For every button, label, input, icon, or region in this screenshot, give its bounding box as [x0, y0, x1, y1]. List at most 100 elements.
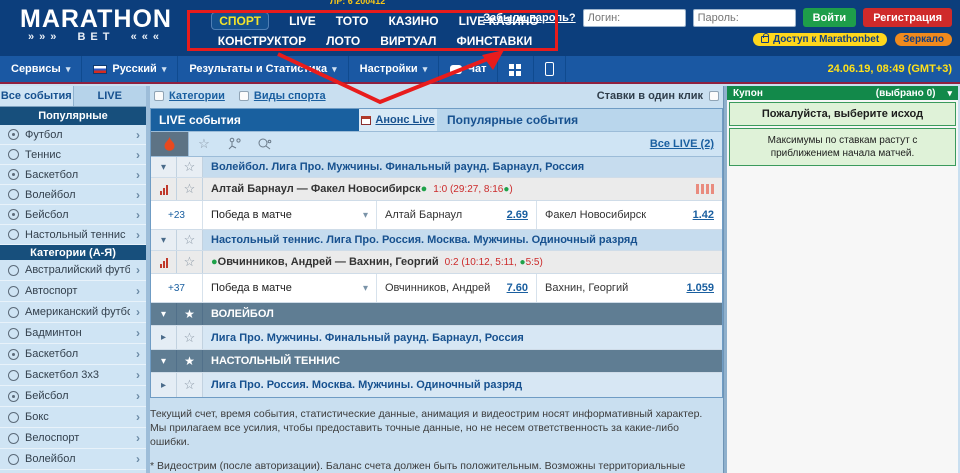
sport-section-row[interactable]: ▾ ★ ВОЛЕЙБОЛ: [151, 303, 722, 326]
sidebar-tab-all-events[interactable]: Все события: [0, 86, 73, 106]
live-stream-icon[interactable]: [696, 178, 722, 200]
market-select[interactable]: Победа в матче▾: [203, 201, 377, 229]
league-title[interactable]: Волейбол. Лига Про. Мужчины. Финальный р…: [203, 157, 722, 177]
chevron-right-icon: ▸: [161, 380, 166, 391]
tab-popular-events[interactable]: Популярные события: [437, 109, 722, 131]
mobile-button[interactable]: [534, 56, 566, 82]
marathonbet-logo[interactable]: MARATHON »»» BET «««: [20, 7, 172, 43]
settings-menu[interactable]: Настройки▾: [349, 56, 440, 82]
chevron-down-icon: ▾: [161, 356, 166, 367]
sports-checkbox[interactable]: Виды спорта: [239, 90, 326, 102]
sport-section-row[interactable]: ▾ ★ НАСТОЛЬНЫЙ ТЕННИС: [151, 350, 722, 373]
language-menu[interactable]: Русский▾: [82, 56, 178, 82]
match-name[interactable]: ●Овчинников, Андрей — Вахнин, Георгий: [211, 256, 439, 268]
stats-button[interactable]: [151, 178, 177, 200]
favorite-toggle[interactable]: ☆: [177, 251, 203, 273]
odds-away[interactable]: Вахнин, Георгий1.059: [537, 274, 722, 302]
checkbox-icon[interactable]: [709, 91, 719, 101]
odds-home[interactable]: Алтай Барнаул2.69: [377, 201, 537, 229]
odds-row: +23 Победа в матче▾ Алтай Барнаул2.69 Фа…: [151, 201, 722, 230]
sidebar-item-volleyball[interactable]: Волейбол›: [0, 185, 146, 205]
access-badge[interactable]: Доступ к Marathonbet: [753, 33, 887, 46]
nav-live[interactable]: LIVE: [289, 14, 316, 28]
sidebar-item-basketball[interactable]: Баскетбол›: [0, 165, 146, 185]
odds-home[interactable]: Овчинников, Андрей7.60: [377, 274, 537, 302]
league-title[interactable]: Настольный теннис. Лига Про. Россия. Мос…: [203, 230, 722, 250]
favorite-toggle[interactable]: ☆: [177, 326, 203, 349]
all-live-link[interactable]: Все LIVE (2): [650, 138, 722, 150]
calendar-icon: [361, 116, 371, 125]
sidebar-tab-live[interactable]: LIVE: [73, 86, 147, 106]
layout-grid-button[interactable]: [498, 56, 534, 82]
chevron-down-icon: ▾: [66, 64, 71, 75]
chevron-down-icon[interactable]: ▾: [947, 88, 952, 99]
odds-away[interactable]: Факел Новосибирск1.42: [537, 201, 722, 229]
nav-virtual[interactable]: ВИРТУАЛ: [380, 34, 436, 48]
expand-toggle[interactable]: ▸: [151, 373, 177, 397]
sidebar-item-aussie-rules[interactable]: Австралийский футбол›: [0, 260, 146, 281]
sidebar-item-baseball2[interactable]: Бейсбол›: [0, 386, 146, 407]
favorite-toggle[interactable]: ☆: [177, 157, 203, 177]
nav-lotto[interactable]: ЛОТО: [326, 34, 360, 48]
coupon-selected-count: (выбрано 0): [876, 88, 936, 99]
sidebar-item-boxing[interactable]: Бокс›: [0, 407, 146, 428]
mirror-button[interactable]: Зеркало: [895, 33, 952, 46]
sidebar-item-football[interactable]: Футбол›: [0, 125, 146, 145]
table-tennis-filter-button[interactable]: [249, 138, 279, 151]
match-name[interactable]: Алтай Барнаул — Факел Новосибирск●: [211, 183, 427, 195]
tennis-icon: [8, 149, 19, 160]
favorite-toggle[interactable]: ★: [177, 303, 203, 325]
checkbox-icon[interactable]: [239, 91, 249, 101]
sidebar-item-baseball[interactable]: Бейсбол›: [0, 205, 146, 225]
volleyball-filter-button[interactable]: [219, 137, 249, 151]
stats-button[interactable]: [151, 251, 177, 273]
one-click-bets-toggle[interactable]: Ставки в один клик: [597, 90, 719, 102]
nav-casino[interactable]: КАЗИНО: [388, 14, 438, 28]
sidebar-item-american-football[interactable]: Американский футбол›: [0, 302, 146, 323]
league-section-row[interactable]: ▸ ☆ Лига Про. Россия. Москва. Мужчины. О…: [151, 373, 722, 397]
services-menu[interactable]: Сервисы▾: [0, 56, 82, 82]
sidebar-item-tennis[interactable]: Теннис›: [0, 145, 146, 165]
more-markets-link[interactable]: +23: [151, 201, 203, 229]
sidebar-item-basketball2[interactable]: Баскетбол›: [0, 344, 146, 365]
hot-filter-button[interactable]: [151, 132, 189, 156]
login-input[interactable]: [583, 9, 686, 27]
coupon-header[interactable]: Купон (выбрано 0) ▾: [727, 86, 958, 100]
toolbar: Сервисы▾ Русский▾ Результаты и Статистик…: [0, 56, 960, 84]
market-select[interactable]: Победа в матче▾: [203, 274, 377, 302]
collapse-toggle[interactable]: ▾: [151, 157, 177, 177]
sidebar-item-table-tennis[interactable]: Настольный теннис›: [0, 225, 146, 245]
expand-toggle[interactable]: ▸: [151, 326, 177, 349]
tab-live-events[interactable]: LIVE события: [151, 109, 351, 131]
sidebar-item-cycling[interactable]: Велоспорт›: [0, 428, 146, 449]
checkbox-icon[interactable]: [154, 91, 164, 101]
russia-flag-icon: [93, 65, 107, 74]
login-button[interactable]: Войти: [803, 8, 857, 27]
nav-toto[interactable]: ТОТО: [336, 14, 369, 28]
favorites-filter-button[interactable]: ☆: [189, 136, 219, 152]
sidebar-item-badminton[interactable]: Бадминтон›: [0, 323, 146, 344]
results-stats-menu[interactable]: Результаты и Статистика▾: [178, 56, 348, 82]
nav-sport[interactable]: СПОРТ: [211, 12, 269, 30]
aussie-rules-icon: [8, 265, 19, 276]
auth-area: Забыли пароль? Войти Регистрация Доступ …: [483, 8, 952, 46]
favorite-toggle[interactable]: ☆: [177, 373, 203, 397]
tab-announce-live[interactable]: Анонс Live: [351, 109, 437, 131]
more-markets-link[interactable]: +37: [151, 274, 203, 302]
league-section-row[interactable]: ▸ ☆ Лига Про. Мужчины. Финальный раунд. …: [151, 326, 722, 350]
favorite-toggle[interactable]: ☆: [177, 230, 203, 250]
sidebar-item-volleyball2[interactable]: Волейбол›: [0, 449, 146, 470]
collapse-toggle[interactable]: ▾: [151, 230, 177, 250]
collapse-toggle[interactable]: ▾: [151, 303, 177, 325]
password-input[interactable]: [693, 9, 796, 27]
categories-checkbox[interactable]: Категории: [154, 90, 225, 102]
sidebar-item-basketball3x3[interactable]: Баскетбол 3x3›: [0, 365, 146, 386]
nav-constructor[interactable]: КОНСТРУКТОР: [218, 34, 306, 48]
forgot-password-link[interactable]: Забыли пароль?: [483, 12, 575, 24]
favorite-toggle[interactable]: ★: [177, 350, 203, 372]
favorite-toggle[interactable]: ☆: [177, 178, 203, 200]
chat-button[interactable]: Чат: [439, 56, 498, 82]
sidebar-item-motorsport[interactable]: Автоспорт›: [0, 281, 146, 302]
register-button[interactable]: Регистрация: [863, 8, 952, 27]
collapse-toggle[interactable]: ▾: [151, 350, 177, 372]
